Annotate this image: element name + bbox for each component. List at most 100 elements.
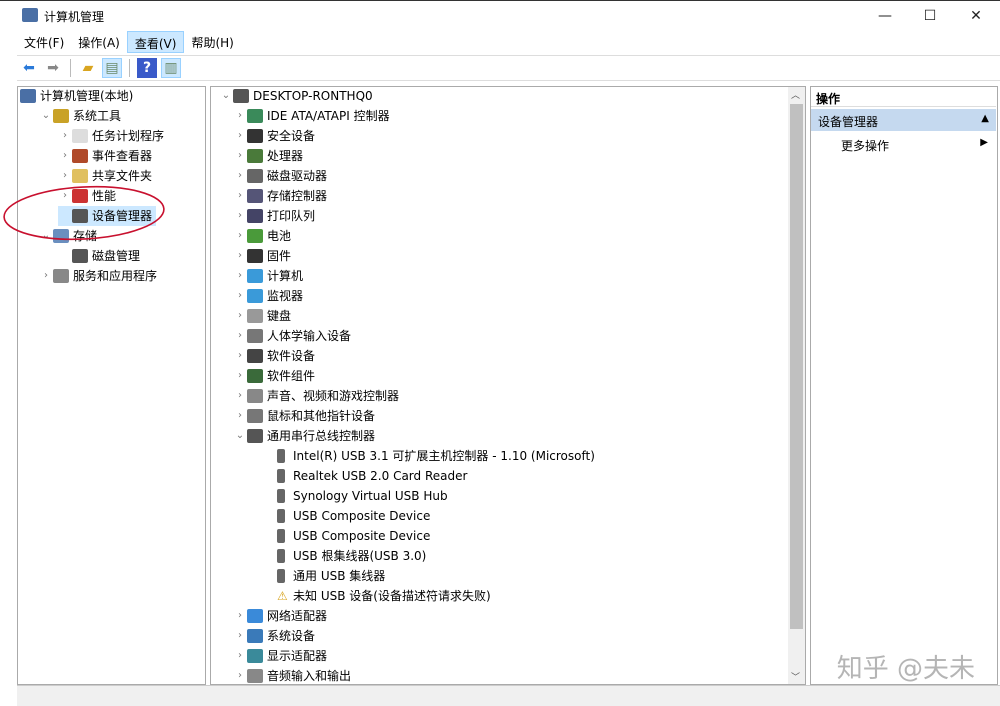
- chevron-right-icon[interactable]: ›: [233, 186, 247, 206]
- device-tree-item[interactable]: › 网络适配器: [233, 606, 327, 626]
- device-tree-item[interactable]: ⌄ DESKTOP-RONTHQ0: [219, 87, 373, 106]
- device-tree-item[interactable]: › 系统设备: [233, 626, 315, 646]
- device-icon: [277, 529, 285, 543]
- chevron-right-icon[interactable]: ›: [233, 286, 247, 306]
- tree-item[interactable]: 磁盘管理: [58, 246, 140, 266]
- chevron-right-icon[interactable]: ›: [233, 646, 247, 666]
- menu-item[interactable]: 操作(A): [71, 31, 127, 53]
- actions-section-device-manager[interactable]: 设备管理器 ▲: [811, 109, 996, 131]
- chevron-right-icon[interactable]: ›: [233, 366, 247, 386]
- chevron-right-icon[interactable]: ›: [233, 246, 247, 266]
- submenu-arrow-icon: ▶: [980, 137, 988, 148]
- device-tree-item[interactable]: › 固件: [233, 246, 291, 266]
- scrollbar-thumb[interactable]: [790, 104, 803, 629]
- tree-item[interactable]: 计算机管理(本地): [20, 86, 133, 106]
- chevron-right-icon[interactable]: ›: [233, 226, 247, 246]
- device-label: IDE ATA/ATAPI 控制器: [267, 109, 390, 123]
- chevron-right-icon[interactable]: ›: [233, 386, 247, 406]
- tree-item[interactable]: › 服务和应用程序: [39, 266, 157, 286]
- device-tree-item[interactable]: ⚠ 未知 USB 设备(设备描述符请求失败): [259, 586, 491, 606]
- device-tree-item[interactable]: › 磁盘驱动器: [233, 166, 327, 186]
- chevron-right-icon[interactable]: ›: [233, 206, 247, 226]
- chevron-right-icon[interactable]: ›: [233, 306, 247, 326]
- chevron-down-icon[interactable]: ⌄: [233, 426, 247, 446]
- device-tree-item[interactable]: › 处理器: [233, 146, 303, 166]
- up-folder-icon[interactable]: ▰: [78, 58, 98, 78]
- chevron-right-icon[interactable]: ›: [233, 346, 247, 366]
- maximize-button[interactable]: ☐: [907, 5, 953, 27]
- device-tree-item[interactable]: › 软件组件: [233, 366, 315, 386]
- device-tree-item[interactable]: › 音频输入和输出: [233, 666, 352, 684]
- device-tree-item[interactable]: Intel(R) USB 3.1 可扩展主机控制器 - 1.10 (Micros…: [259, 446, 595, 466]
- device-tree-item[interactable]: › 存储控制器: [233, 186, 327, 206]
- device-tree-item[interactable]: Realtek USB 2.0 Card Reader: [259, 466, 467, 486]
- chevron-right-icon[interactable]: ›: [233, 326, 247, 346]
- device-tree-item[interactable]: 通用 USB 集线器: [259, 566, 385, 586]
- device-label: Intel(R) USB 3.1 可扩展主机控制器 - 1.10 (Micros…: [293, 449, 595, 463]
- tree-item[interactable]: › 事件查看器: [58, 146, 152, 166]
- device-icon: [247, 329, 263, 343]
- chevron-down-icon[interactable]: ⌄: [219, 87, 233, 106]
- device-tree-item[interactable]: › 显示适配器: [233, 646, 327, 666]
- chevron-right-icon[interactable]: ›: [233, 146, 247, 166]
- help-icon[interactable]: ?: [137, 58, 157, 78]
- chevron-right-icon[interactable]: ›: [233, 406, 247, 426]
- back-icon[interactable]: ⬅: [19, 58, 39, 78]
- chevron-right-icon[interactable]: ›: [58, 126, 72, 146]
- chevron-right-icon[interactable]: ›: [233, 126, 247, 146]
- tree-item[interactable]: › 任务计划程序: [58, 126, 164, 146]
- minimize-button[interactable]: —: [862, 5, 908, 27]
- device-manager-pane: ⌄ DESKTOP-RONTHQ0 › IDE ATA/ATAPI 控制器 › 安全设备 ›…: [210, 86, 806, 685]
- close-button[interactable]: ✕: [953, 5, 999, 27]
- tree-item[interactable]: ⌄ 系统工具: [39, 106, 121, 126]
- device-label: 音频输入和输出: [267, 669, 352, 683]
- device-icon: [277, 469, 285, 483]
- menu-item[interactable]: 文件(F): [17, 31, 71, 53]
- scroll-down-icon[interactable]: ﹀: [791, 670, 800, 683]
- tree-item-label: 磁盘管理: [92, 249, 141, 263]
- device-tree-item[interactable]: › 人体学输入设备: [233, 326, 351, 346]
- device-tree-item[interactable]: › 声音、视频和游戏控制器: [233, 386, 399, 406]
- device-tree-item[interactable]: › 软件设备: [233, 346, 315, 366]
- section-label: 设备管理器: [818, 115, 879, 129]
- chevron-down-icon[interactable]: ⌄: [39, 106, 53, 126]
- device-tree-item[interactable]: › 监视器: [233, 286, 303, 306]
- chevron-right-icon[interactable]: ›: [233, 606, 247, 626]
- menu-item[interactable]: 帮助(H): [184, 31, 240, 53]
- device-icon: [277, 569, 285, 583]
- actions-pane: [810, 86, 998, 685]
- chevron-right-icon[interactable]: ›: [233, 166, 247, 186]
- device-tree-item[interactable]: USB Composite Device: [259, 506, 430, 526]
- chevron-right-icon[interactable]: ›: [233, 106, 247, 126]
- device-tree-item[interactable]: › 安全设备: [233, 126, 315, 146]
- device-tree-item[interactable]: ⌄ 通用串行总线控制器: [233, 426, 375, 446]
- device-label: 固件: [267, 249, 292, 263]
- device-tree-item[interactable]: USB 根集线器(USB 3.0): [259, 546, 426, 566]
- node-icon: [20, 89, 36, 103]
- device-tree-item[interactable]: USB Composite Device: [259, 526, 430, 546]
- device-label: 通用 USB 集线器: [293, 569, 386, 583]
- more-actions[interactable]: 更多操作 ▶: [811, 134, 996, 154]
- actions-header: 操作: [811, 87, 996, 107]
- menu-item[interactable]: 查看(V): [126, 31, 185, 53]
- device-tree-item[interactable]: Synology Virtual USB Hub: [259, 486, 448, 506]
- device-tree-item[interactable]: › 键盘: [233, 306, 291, 326]
- device-tree-item[interactable]: › 计算机: [233, 266, 303, 286]
- chevron-right-icon[interactable]: ›: [39, 266, 53, 286]
- chevron-right-icon[interactable]: ›: [58, 146, 72, 166]
- console-tree-icon[interactable]: ▤: [102, 58, 122, 78]
- device-tree-item[interactable]: › 打印队列: [233, 206, 315, 226]
- device-tree-item[interactable]: › IDE ATA/ATAPI 控制器: [233, 106, 390, 126]
- device-label: 计算机: [267, 269, 304, 283]
- forward-icon[interactable]: ➡: [43, 58, 63, 78]
- chevron-right-icon[interactable]: ›: [233, 666, 247, 684]
- tree-item-label: 服务和应用程序: [73, 269, 158, 283]
- device-tree-item[interactable]: › 电池: [233, 226, 291, 246]
- device-icon: [247, 249, 263, 263]
- device-icon: [247, 189, 263, 203]
- chevron-right-icon[interactable]: ›: [233, 626, 247, 646]
- device-tree-item[interactable]: › 鼠标和其他指针设备: [233, 406, 375, 426]
- scroll-up-icon[interactable]: ︿: [791, 88, 800, 101]
- chevron-right-icon[interactable]: ›: [233, 266, 247, 286]
- action-pane-icon[interactable]: ▥: [161, 58, 181, 78]
